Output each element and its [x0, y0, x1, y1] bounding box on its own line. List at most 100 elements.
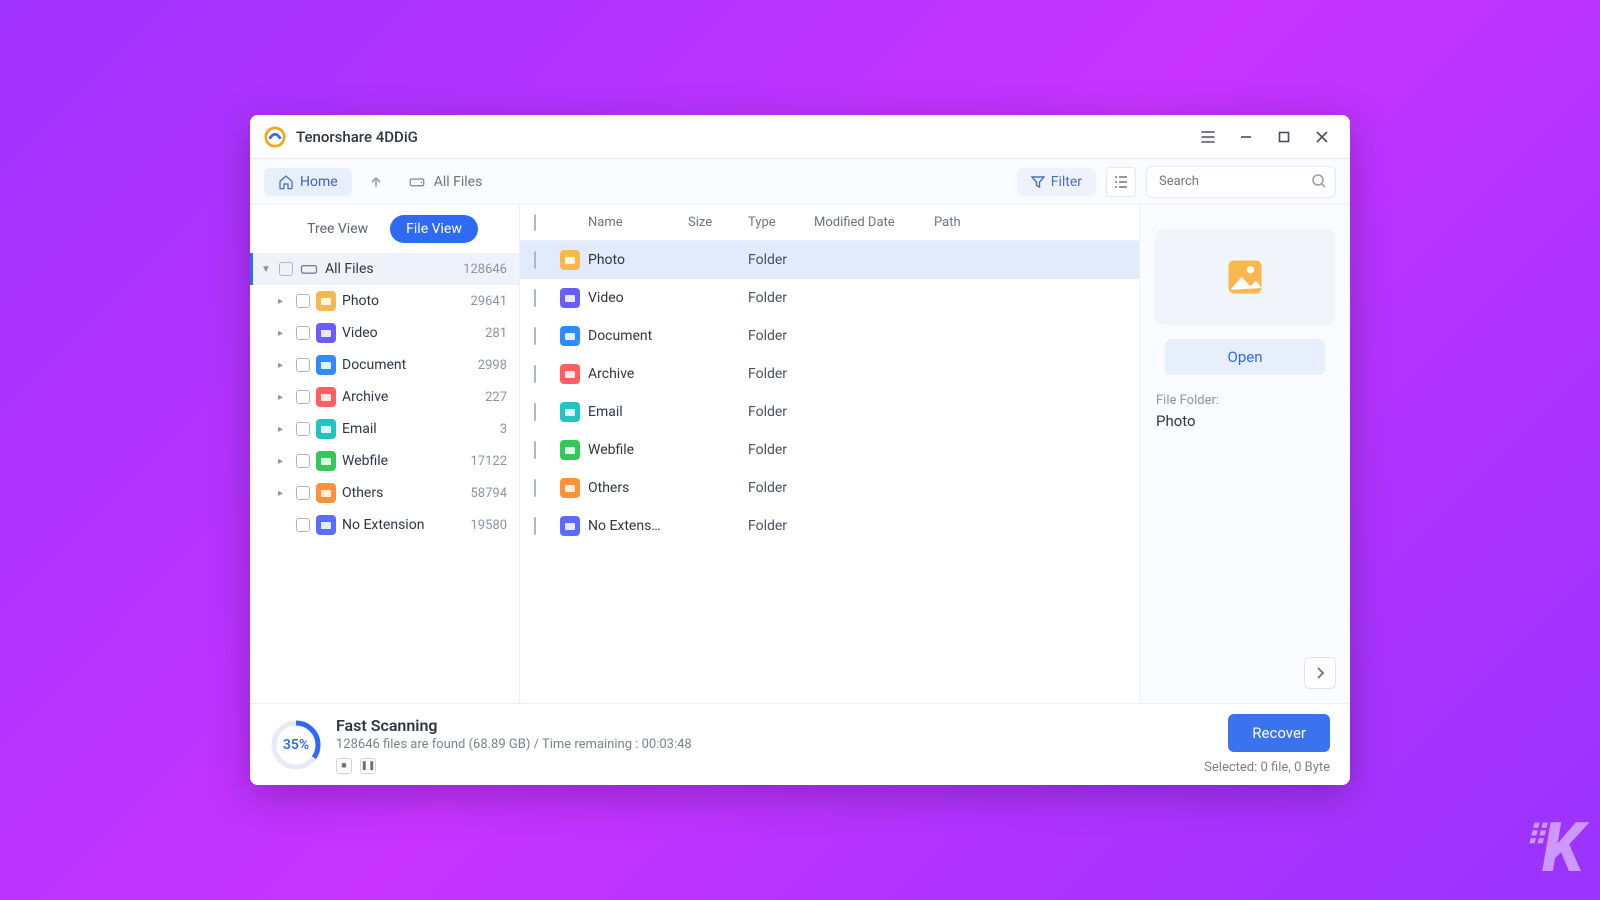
checkbox[interactable]: [534, 289, 536, 307]
tree-item-label: Document: [342, 357, 406, 373]
tree: ▼ All Files 128646 ▸ Photo 29641 ▸ Video…: [250, 253, 519, 703]
maximize-button[interactable]: [1270, 123, 1298, 151]
tree-item[interactable]: ▸ Others 58794: [250, 477, 519, 509]
chevron-right-icon: ▸: [278, 488, 290, 499]
col-type[interactable]: Type: [748, 215, 814, 230]
row-type: Folder: [748, 480, 814, 496]
folder-icon: [316, 483, 336, 503]
row-name: Document: [588, 328, 688, 344]
table-row[interactable]: Webfile Folder: [520, 431, 1139, 469]
watermark: ⠿K: [1525, 808, 1580, 888]
header-checkbox[interactable]: [534, 214, 536, 231]
menu-icon[interactable]: [1194, 123, 1222, 151]
checkbox[interactable]: [296, 390, 310, 404]
checkbox[interactable]: [296, 294, 310, 308]
app-logo-icon: [264, 126, 286, 148]
pause-button[interactable]: ❚❚: [360, 758, 376, 774]
checkbox[interactable]: [296, 326, 310, 340]
checkbox[interactable]: [534, 403, 536, 421]
row-type: Folder: [748, 328, 814, 344]
chevron-right-icon: ▸: [278, 360, 290, 371]
titlebar: Tenorshare 4DDiG: [250, 115, 1350, 159]
checkbox[interactable]: [534, 251, 536, 269]
breadcrumb[interactable]: All Files: [400, 173, 483, 191]
minimize-button[interactable]: [1232, 123, 1260, 151]
selection-summary: Selected: 0 file, 0 Byte: [1204, 760, 1330, 775]
tree-item[interactable]: ▸ Document 2998: [250, 349, 519, 381]
folder-icon: [560, 326, 580, 346]
tab-tree-view[interactable]: Tree View: [291, 215, 384, 243]
tree-root-label: All Files: [325, 261, 374, 277]
tree-root-all-files[interactable]: ▼ All Files 128646: [250, 253, 519, 285]
recover-button[interactable]: Recover: [1228, 714, 1330, 752]
checkbox[interactable]: [534, 327, 536, 345]
close-button[interactable]: [1308, 123, 1336, 151]
row-name: No Extens…: [588, 518, 688, 534]
list-view-button[interactable]: [1106, 167, 1136, 197]
filter-button[interactable]: Filter: [1017, 168, 1096, 196]
col-size[interactable]: Size: [688, 215, 748, 230]
checkbox[interactable]: [296, 486, 310, 500]
table-row[interactable]: Archive Folder: [520, 355, 1139, 393]
tree-item-count: 2998: [478, 358, 507, 373]
tree-item[interactable]: No Extension 19580: [250, 509, 519, 541]
tree-item[interactable]: ▸ Video 281: [250, 317, 519, 349]
table-row[interactable]: Others Folder: [520, 469, 1139, 507]
progress-ring: 35%: [270, 719, 322, 771]
tree-item[interactable]: ▸ Photo 29641: [250, 285, 519, 317]
drive-icon: [408, 173, 426, 191]
checkbox[interactable]: [279, 262, 293, 276]
col-modified[interactable]: Modified Date: [814, 215, 934, 230]
chevron-right-icon: ▸: [278, 296, 290, 307]
table-row[interactable]: No Extens… Folder: [520, 507, 1139, 545]
home-button[interactable]: Home: [264, 168, 352, 196]
tree-item[interactable]: ▸ Webfile 17122: [250, 445, 519, 477]
tree-item[interactable]: ▸ Email 3: [250, 413, 519, 445]
drive-icon: [299, 259, 319, 279]
tree-item-count: 227: [485, 390, 507, 405]
tab-file-view[interactable]: File View: [390, 215, 478, 243]
table-row[interactable]: Email Folder: [520, 393, 1139, 431]
col-name[interactable]: Name: [588, 215, 688, 230]
row-type: Folder: [748, 404, 814, 420]
checkbox[interactable]: [296, 454, 310, 468]
search-input[interactable]: [1146, 166, 1336, 198]
tree-item[interactable]: ▸ Archive 227: [250, 381, 519, 413]
table-row[interactable]: Document Folder: [520, 317, 1139, 355]
row-name: Archive: [588, 366, 688, 382]
checkbox[interactable]: [296, 422, 310, 436]
checkbox[interactable]: [296, 358, 310, 372]
tree-item-count: 281: [485, 326, 507, 341]
status-subtitle: 128646 files are found (68.89 GB) / Time…: [336, 737, 692, 752]
open-button[interactable]: Open: [1165, 339, 1325, 375]
tree-item-label: No Extension: [342, 517, 424, 533]
home-button-label: Home: [300, 174, 338, 190]
folder-icon: [316, 291, 336, 311]
stop-button[interactable]: ■: [336, 758, 352, 774]
row-type: Folder: [748, 290, 814, 306]
table-row[interactable]: Photo Folder: [520, 241, 1139, 279]
checkbox[interactable]: [534, 479, 536, 497]
chevron-right-icon: ▸: [278, 392, 290, 403]
tree-item-count: 19580: [470, 518, 507, 533]
table-header: Name Size Type Modified Date Path: [520, 205, 1139, 241]
tree-item-count: 29641: [470, 294, 507, 309]
preview-pane: Open File Folder: Photo: [1140, 205, 1350, 703]
folder-icon: [316, 515, 336, 535]
search-icon: [1311, 173, 1327, 189]
search-wrap: [1146, 166, 1336, 198]
table-row[interactable]: Video Folder: [520, 279, 1139, 317]
preview-thumbnail: [1155, 229, 1335, 325]
statusbar: 35% Fast Scanning 128646 files are found…: [250, 703, 1350, 785]
tree-item-label: Others: [342, 485, 383, 501]
checkbox[interactable]: [534, 441, 536, 459]
next-button[interactable]: [1304, 657, 1336, 689]
checkbox[interactable]: [534, 517, 536, 535]
folder-icon: [560, 440, 580, 460]
checkbox[interactable]: [534, 365, 536, 383]
preview-meta-value: Photo: [1156, 412, 1196, 430]
checkbox[interactable]: [296, 518, 310, 532]
col-path[interactable]: Path: [934, 215, 1125, 230]
up-button[interactable]: [362, 168, 390, 196]
view-tabs: Tree View File View: [250, 205, 519, 253]
